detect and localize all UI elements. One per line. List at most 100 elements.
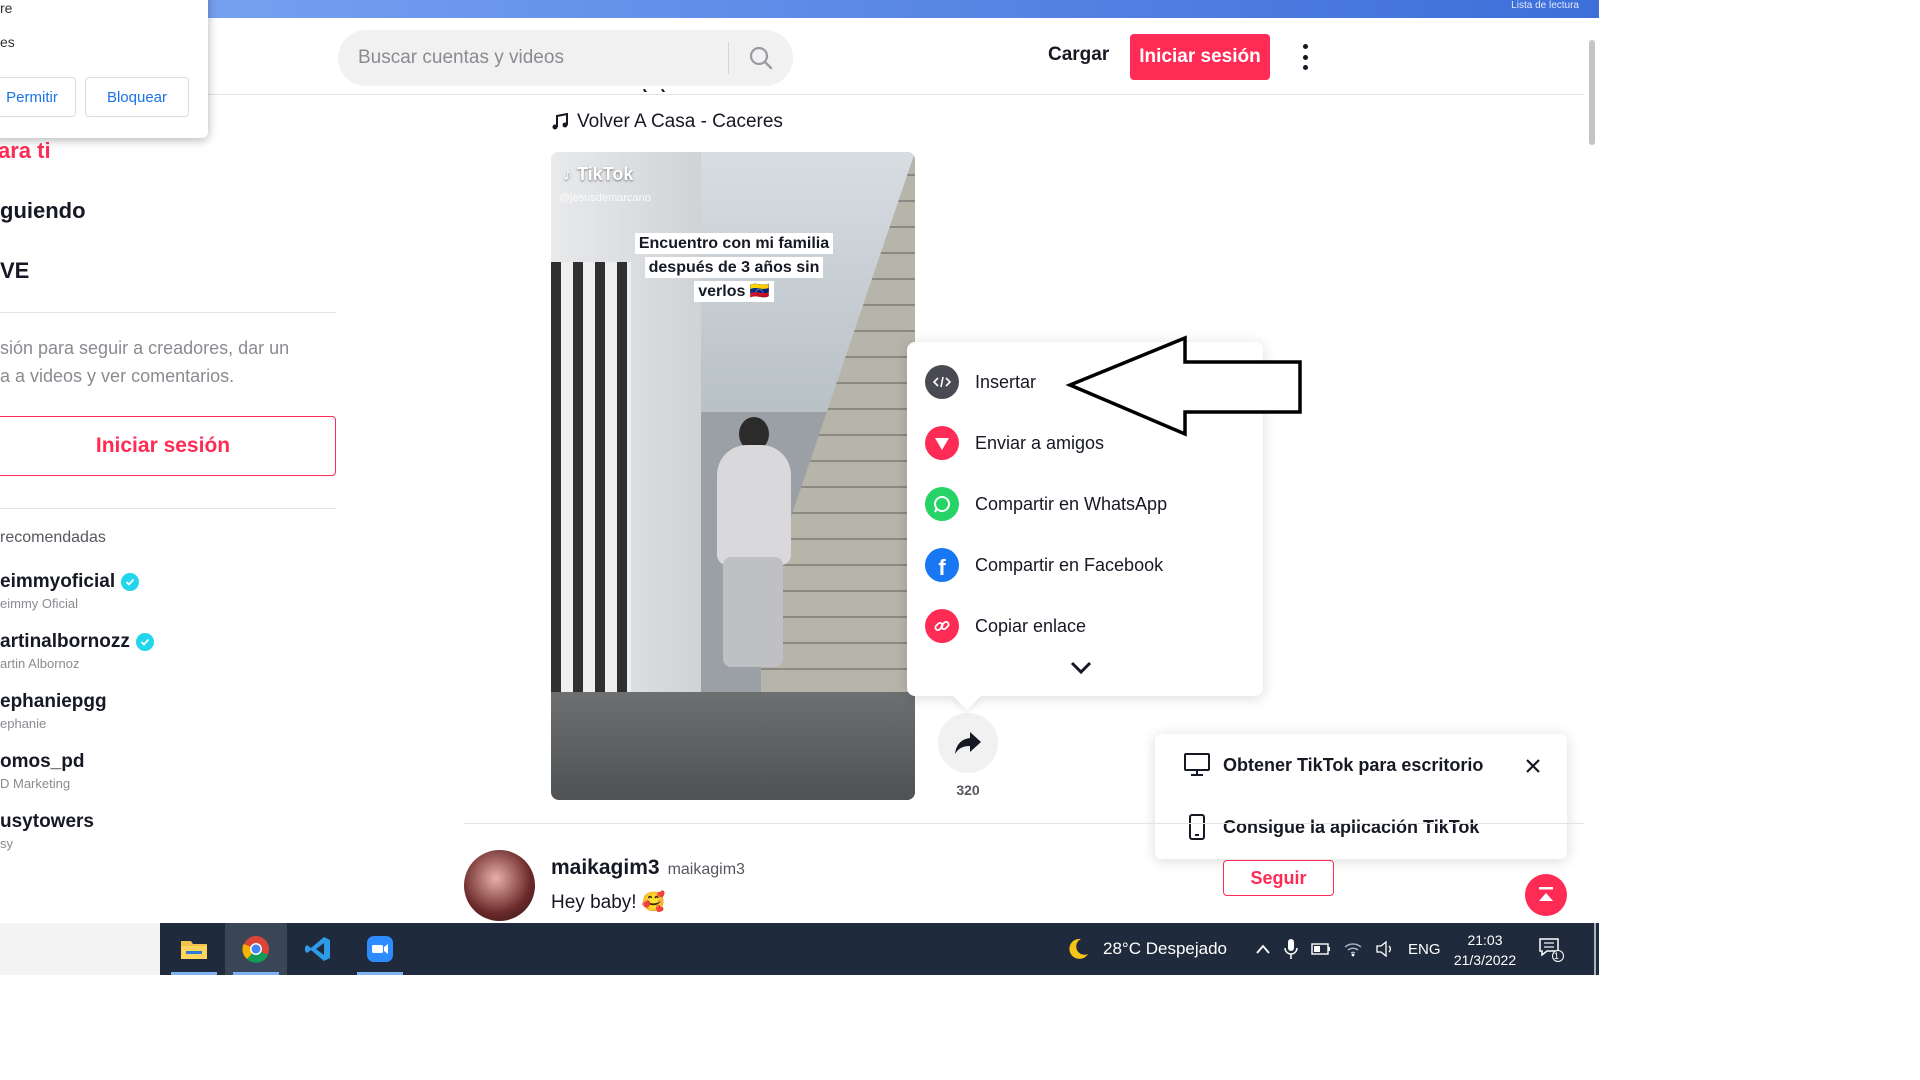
close-icon[interactable]: [1521, 754, 1545, 778]
microphone-icon[interactable]: [1284, 938, 1298, 960]
author-username[interactable]: maikagim3: [551, 856, 660, 880]
account-username[interactable]: ephaniepgg: [0, 691, 107, 713]
notification-icon: [1539, 938, 1564, 962]
share-whatsapp-item[interactable]: Compartir en WhatsApp: [925, 484, 1167, 524]
reading-list-label[interactable]: Lista de lectura: [1511, 0, 1579, 11]
notification-center[interactable]: 1: [1538, 923, 1564, 975]
share-item-label[interactable]: Insertar: [975, 372, 1036, 393]
share-facebook-item[interactable]: f Compartir en Facebook: [925, 545, 1163, 585]
music-note-icon: [552, 113, 568, 130]
avatar[interactable]: [464, 850, 535, 921]
zoom-icon: [367, 936, 393, 962]
account-nickname: D Marketing: [0, 776, 71, 791]
share-item-label[interactable]: Copiar enlace: [975, 616, 1086, 637]
post-music[interactable]: Volver A Casa - Caceres: [551, 111, 783, 133]
desktop-app-promo: Obtener TikTok para escritorio Consigue …: [1155, 734, 1567, 859]
share-button[interactable]: [938, 713, 998, 773]
browser-toolbar-strip: Lista de lectura: [0, 0, 1599, 18]
share-embed-item[interactable]: Insertar: [925, 362, 1036, 402]
clock-time[interactable]: 21:03: [1445, 930, 1525, 950]
back-to-top-button[interactable]: [1525, 874, 1567, 916]
login-prompt-line: sión para seguir a creadores, dar un: [0, 338, 290, 358]
author-nickname[interactable]: maikagim3: [668, 861, 745, 879]
whatsapp-icon: [925, 487, 959, 521]
chevron-down-icon[interactable]: [1069, 660, 1093, 681]
sidebar-login-button[interactable]: Iniciar sesión: [0, 416, 336, 476]
phone-icon: [1189, 814, 1205, 840]
taskbar-search-area[interactable]: [0, 923, 160, 975]
search-bar[interactable]: Buscar cuentas y videos: [338, 30, 793, 86]
share-menu-tail: [952, 681, 982, 711]
more-options-icon[interactable]: [1300, 44, 1310, 70]
feed-divider: [464, 823, 1584, 824]
video-frame-grate: [551, 262, 631, 692]
recommended-account[interactable]: artinalbornozz artin Albornoz: [0, 631, 154, 671]
page-scrollbar[interactable]: [1584, 18, 1599, 923]
taskbar-chrome[interactable]: [225, 923, 287, 975]
watermark-text: TikTok: [577, 164, 634, 184]
notification-count: 1: [1554, 951, 1560, 961]
sidebar-item-for-you[interactable]: ara ti: [0, 138, 51, 164]
music-title[interactable]: Volver A Casa - Caceres: [577, 111, 783, 133]
account-username[interactable]: artinalbornozz: [0, 631, 130, 653]
scrollbar-thumb[interactable]: [1589, 40, 1595, 145]
moon-icon: [1069, 938, 1088, 959]
get-desktop-app-link[interactable]: Obtener TikTok para escritorio: [1183, 752, 1483, 778]
block-button[interactable]: Bloquear: [85, 77, 189, 117]
verified-icon: [121, 573, 140, 591]
weather-widget[interactable]: 28°C Despejado: [1065, 923, 1227, 975]
recommended-account[interactable]: omos_pd D Marketing: [0, 751, 84, 791]
search-icon[interactable]: [729, 45, 793, 71]
account-username[interactable]: usytowers: [0, 811, 94, 833]
upload-link[interactable]: Cargar: [1048, 44, 1109, 66]
wifi-icon[interactable]: [1344, 941, 1362, 957]
language-indicator[interactable]: ENG: [1408, 941, 1441, 958]
get-mobile-app-link[interactable]: Consigue la aplicación TikTok: [1183, 814, 1479, 840]
account-nickname: ephanie: [0, 716, 47, 731]
clock-date[interactable]: 21/3/2022: [1445, 950, 1525, 970]
recommended-account[interactable]: ephaniepgg ephanie: [0, 691, 107, 731]
video-frame-person: [701, 417, 801, 677]
weather-text[interactable]: 28°C Despejado: [1103, 939, 1227, 959]
folder-icon: [181, 941, 207, 959]
post-description-partial: [640, 84, 680, 92]
recommended-account[interactable]: usytowers sy: [0, 811, 94, 851]
account-nickname: eimmy Oficial: [0, 596, 79, 611]
sidebar-divider: [0, 508, 336, 509]
share-arrow-icon: [955, 732, 981, 754]
battery-icon[interactable]: [1311, 943, 1331, 955]
allow-button[interactable]: Permitir: [0, 77, 76, 117]
sidebar-item-following[interactable]: guiendo: [0, 198, 86, 224]
taskbar-file-explorer[interactable]: [163, 923, 225, 975]
promo-desktop-label[interactable]: Obtener TikTok para escritorio: [1223, 755, 1483, 776]
account-username[interactable]: eimmyoficial: [0, 571, 115, 593]
account-username[interactable]: omos_pd: [0, 751, 84, 773]
follow-button[interactable]: Seguir: [1223, 860, 1334, 896]
post-author[interactable]: maikagim3 maikagim3: [551, 856, 745, 880]
taskbar-clock[interactable]: 21:03 21/3/2022: [1445, 930, 1525, 970]
header-login-button[interactable]: Iniciar sesión: [1130, 34, 1270, 80]
share-item-label[interactable]: Compartir en Facebook: [975, 555, 1163, 576]
taskbar-zoom[interactable]: [349, 923, 411, 975]
taskbar-vscode[interactable]: [287, 923, 349, 975]
sidebar-item-live[interactable]: VE: [0, 258, 29, 284]
video-player[interactable]: ♪ TikTok @jesusdemarcano Encuentro con m…: [551, 152, 915, 800]
monitor-icon: [1184, 753, 1210, 776]
send-icon: [925, 426, 959, 460]
share-item-label[interactable]: Compartir en WhatsApp: [975, 494, 1167, 515]
volume-icon[interactable]: [1375, 940, 1395, 958]
notification-permission-popup: re es Permitir Bloquear: [0, 0, 208, 138]
watermark-handle: @jesusdemarcano: [559, 192, 651, 204]
search-input[interactable]: Buscar cuentas y videos: [358, 47, 728, 69]
promo-app-label[interactable]: Consigue la aplicación TikTok: [1223, 817, 1479, 838]
recommended-account[interactable]: eimmyoficial eimmy Oficial: [0, 571, 140, 611]
link-icon: [925, 609, 959, 643]
show-desktop-button[interactable]: [1594, 923, 1596, 975]
caption-line: verlos 🇻🇪: [694, 281, 774, 302]
share-copy-link-item[interactable]: Copiar enlace: [925, 606, 1086, 646]
chevron-up-icon[interactable]: [1255, 943, 1271, 955]
annotation-arrow: [1060, 330, 1310, 445]
share-count: 320: [956, 782, 980, 798]
sidebar-login-prompt: sión para seguir a creadores, dar un a a…: [0, 334, 330, 390]
video-caption: Encuentro con mi familia después de 3 añ…: [628, 232, 840, 304]
